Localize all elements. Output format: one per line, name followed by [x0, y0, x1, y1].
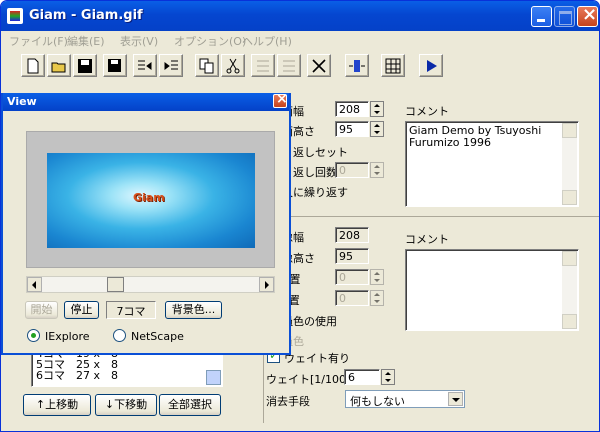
menu-view[interactable]: 表示(V) — [120, 33, 158, 49]
scroll-thumb[interactable] — [107, 277, 124, 292]
screen-width-field[interactable]: 208 — [335, 101, 369, 117]
image-comment-field[interactable] — [405, 249, 579, 331]
move-down-button[interactable]: ↓下移動 — [95, 394, 157, 416]
menu-edit[interactable]: 編集(E) — [67, 33, 105, 49]
grid-button[interactable] — [381, 54, 405, 77]
scroll-down-icon[interactable] — [562, 190, 577, 205]
screen-comment-text: Giam Demo by Tsuyoshi Furumizo 1996 — [409, 124, 542, 149]
paste-after-icon — [283, 60, 295, 72]
image-comment-scrollbar[interactable] — [562, 251, 577, 329]
new-icon — [27, 58, 39, 74]
scroll-down-icon[interactable] — [562, 314, 577, 329]
title-bar[interactable]: Giam - Giam.gif — [1, 1, 599, 31]
close-button[interactable] — [577, 4, 598, 27]
radio-iexplore-label: IExplore — [45, 330, 90, 343]
preview-logo-text: Giam — [133, 191, 165, 204]
play-icon — [427, 60, 437, 72]
fit-icon — [349, 60, 365, 72]
open-icon — [51, 62, 66, 73]
close-icon[interactable] — [273, 91, 288, 108]
fit-button[interactable] — [345, 54, 369, 77]
scroll-up-icon[interactable] — [562, 123, 577, 138]
add-icon — [164, 60, 178, 70]
radio-iexplore[interactable] — [27, 329, 40, 342]
animation-preview: Giam — [47, 153, 255, 248]
paste-after-button[interactable] — [277, 54, 301, 77]
frame-count-display: 7コマ — [106, 301, 156, 319]
image-width-field: 208 — [335, 227, 369, 243]
background-color-button[interactable]: 背景色... — [165, 301, 222, 319]
ypos-field[interactable]: 0 — [335, 290, 369, 306]
dispose-label: 消去手段 — [266, 395, 310, 408]
dispose-select[interactable]: 何もしない — [345, 390, 465, 408]
save-as-button[interactable] — [103, 54, 127, 77]
screen-width-spinner[interactable] — [370, 101, 384, 117]
screen-comment-scrollbar[interactable] — [562, 123, 577, 205]
main-window: Giam - Giam.gif ファイル(F) 編集(E) 表示(V) オプショ… — [0, 0, 600, 432]
delete-button[interactable] — [307, 54, 331, 77]
chevron-down-icon[interactable] — [448, 392, 463, 406]
start-button[interactable]: 開始 — [25, 301, 58, 319]
radio-netscape[interactable] — [113, 329, 126, 342]
screen-comment-label: コメント — [405, 105, 449, 118]
view-dialog: View Giam 開始 停止 7コマ 背景色... IExplore NetS… — [1, 91, 291, 355]
dispose-value: 何もしない — [350, 395, 405, 408]
ypos-spinner[interactable] — [370, 290, 384, 306]
grid-icon — [385, 58, 401, 74]
stop-button[interactable]: 停止 — [64, 301, 99, 319]
menu-file[interactable]: ファイル(F) — [9, 33, 68, 49]
minimize-button[interactable] — [531, 6, 552, 27]
scroll-right-icon[interactable] — [259, 277, 274, 292]
xpos-spinner[interactable] — [370, 269, 384, 285]
scroll-left-icon[interactable] — [27, 277, 42, 292]
toolbar — [1, 49, 599, 83]
screen-height-spinner[interactable] — [370, 121, 384, 137]
paste-icon — [257, 60, 269, 72]
open-button[interactable] — [47, 54, 71, 77]
copy-button[interactable] — [195, 54, 219, 77]
insert-button[interactable] — [133, 54, 157, 77]
frame-scrollbar[interactable] — [26, 276, 275, 293]
insert-icon — [138, 60, 152, 70]
select-all-button[interactable]: 全部選択 — [159, 394, 221, 416]
scroll-down-icon[interactable] — [206, 370, 221, 385]
loop-count-field[interactable]: 0 — [335, 162, 369, 178]
menu-options[interactable]: オプション(O) — [174, 33, 246, 49]
horizontal-divider — [263, 216, 599, 217]
screen-height-field[interactable]: 95 — [335, 121, 369, 137]
save-icon — [78, 59, 92, 73]
window-title: Giam - Giam.gif — [29, 8, 143, 23]
play-button[interactable] — [419, 54, 443, 77]
preview-area: Giam — [26, 131, 275, 268]
image-comment-label: コメント — [405, 233, 449, 246]
cut-icon — [226, 58, 240, 74]
wait-field[interactable]: 6 — [344, 369, 380, 385]
wait-check-label: ウェイト有り — [284, 352, 350, 365]
scroll-up-icon[interactable] — [562, 251, 577, 266]
view-title: View — [7, 95, 37, 108]
paste-button[interactable] — [251, 54, 275, 77]
radio-netscape-label: NetScape — [131, 330, 184, 343]
app-icon — [7, 8, 23, 24]
image-height-field: 95 — [335, 248, 369, 264]
list-item[interactable]: 6コマ 27 x 8 — [36, 370, 218, 381]
delete-icon — [312, 59, 326, 73]
screen-comment-field[interactable]: Giam Demo by Tsuyoshi Furumizo 1996 — [405, 121, 579, 207]
save-button[interactable] — [73, 54, 97, 77]
loop-count-spinner[interactable] — [370, 162, 384, 178]
new-button[interactable] — [21, 54, 45, 77]
menu-help[interactable]: ヘルプ(H) — [242, 33, 292, 49]
xpos-field[interactable]: 0 — [335, 269, 369, 285]
save-as-icon — [108, 59, 121, 72]
view-title-bar[interactable]: View — [3, 91, 289, 111]
menu-bar: ファイル(F) 編集(E) 表示(V) オプション(O) ヘルプ(H) — [1, 31, 599, 49]
move-up-button[interactable]: ↑上移動 — [23, 394, 91, 416]
cut-button[interactable] — [221, 54, 245, 77]
add-button[interactable] — [159, 54, 183, 77]
wait-label: ウェイト[1/100s] — [266, 373, 357, 386]
wait-spinner[interactable] — [381, 369, 395, 385]
maximize-button[interactable] — [554, 6, 575, 27]
copy-icon — [199, 58, 214, 74]
